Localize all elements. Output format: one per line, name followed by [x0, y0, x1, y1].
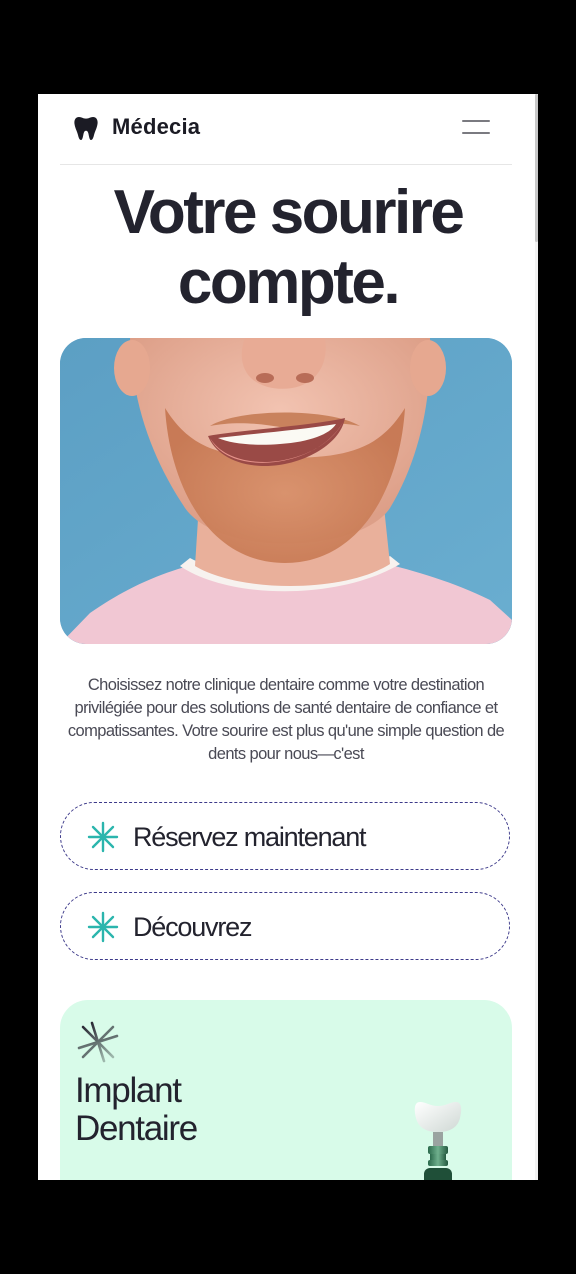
book-now-button[interactable]: Réservez maintenant — [60, 802, 510, 870]
hero-title-line-1: Votre sourire — [113, 178, 465, 247]
sparkle-star-icon — [74, 1018, 122, 1066]
site-header: Médecia — [60, 94, 512, 165]
hamburger-menu-icon-line — [462, 132, 490, 134]
hero-title-line-2: compte. — [177, 248, 401, 317]
dental-implant-illustration — [410, 1096, 466, 1180]
book-now-label: Réservez maintenant — [133, 822, 367, 852]
service-card-implant[interactable]: Implant Dentaire — [60, 1000, 512, 1180]
sparkle-star-icon — [87, 911, 119, 943]
tooth-icon[interactable] — [72, 114, 100, 142]
hero-title: Votre sourire compte. — [38, 178, 538, 318]
app-screen: Médecia Votre sourire compte. Choisissez… — [38, 94, 538, 1180]
discover-button[interactable]: Découvrez — [60, 892, 510, 960]
discover-label: Découvrez — [133, 912, 252, 942]
scrollbar[interactable] — [535, 94, 538, 1180]
card-title-line-2: Dentaire — [75, 1109, 198, 1148]
sparkle-star-icon — [87, 821, 119, 853]
scrollbar-thumb[interactable] — [535, 94, 538, 242]
hamburger-menu-icon — [462, 120, 490, 122]
brand-name[interactable]: Médecia — [112, 114, 200, 140]
card-title-line-1: Implant — [75, 1071, 182, 1110]
intro-paragraph: Choisissez notre clinique dentaire comme… — [67, 676, 505, 763]
hero-photo — [60, 338, 512, 644]
card-title: Implant Dentaire — [75, 1071, 198, 1148]
menu-button[interactable] — [462, 116, 490, 138]
